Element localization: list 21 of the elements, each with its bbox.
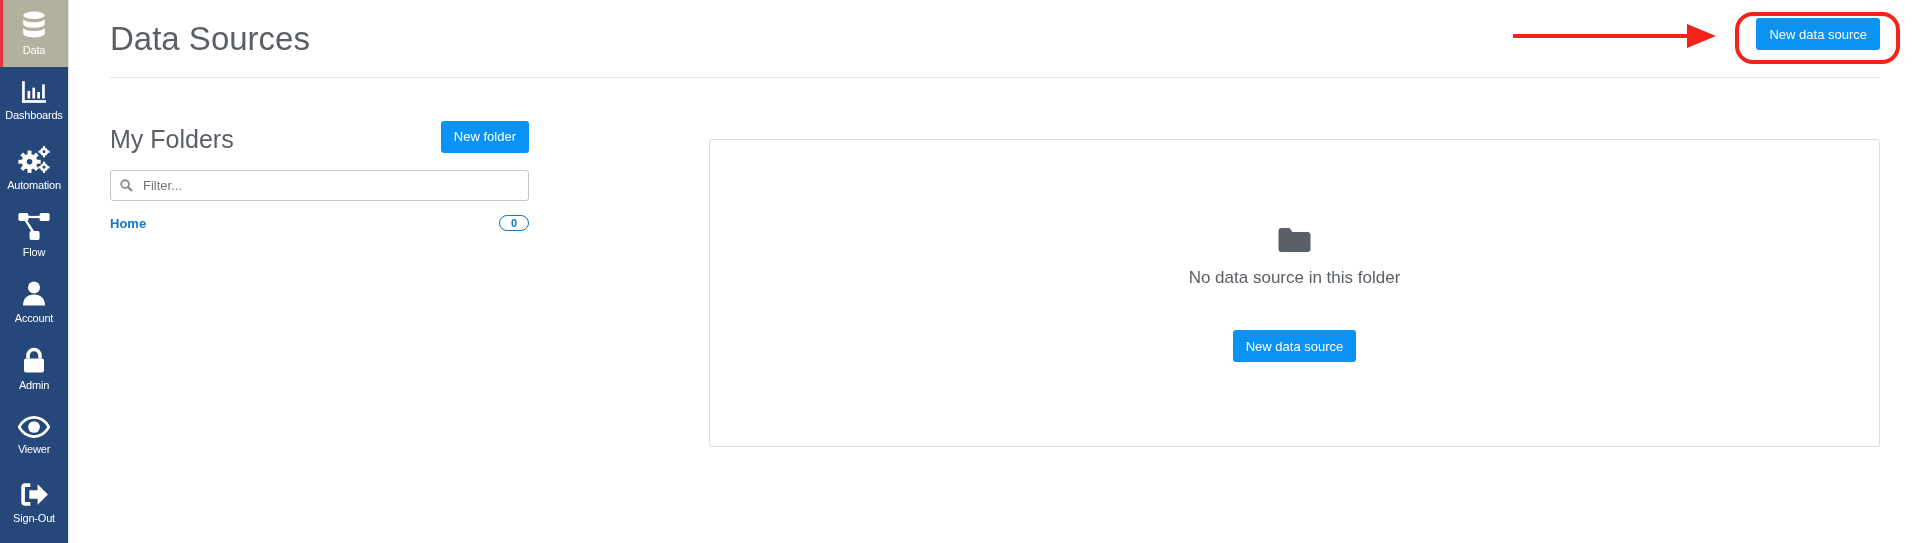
empty-message: No data source in this folder xyxy=(1188,268,1401,288)
database-icon xyxy=(21,11,47,39)
gears-icon xyxy=(17,144,51,174)
sidebar-item[interactable]: Sign-Out xyxy=(0,469,68,536)
sidebar-item[interactable]: Dashboards xyxy=(0,67,68,134)
sidebar-item[interactable]: Account xyxy=(0,268,68,335)
sidebar-item[interactable]: Automation xyxy=(0,134,68,201)
page-title: Data Sources xyxy=(110,20,310,58)
filter-field[interactable]: Filter... xyxy=(110,170,529,201)
folder-icon xyxy=(1278,228,1311,252)
bar-chart-icon xyxy=(21,80,47,104)
sidebar-item[interactable]: Admin xyxy=(0,335,68,402)
flowchart-icon xyxy=(17,211,51,241)
sidebar-item[interactable]: Viewer xyxy=(0,402,68,469)
sign-out-icon xyxy=(19,481,49,507)
section-title: My Folders xyxy=(110,125,234,154)
folder-link[interactable]: Home xyxy=(110,215,147,231)
sidebar-item[interactable]: Flow xyxy=(0,201,68,268)
user-icon xyxy=(22,279,46,307)
lock-icon xyxy=(23,346,45,374)
eye-icon xyxy=(18,416,50,438)
